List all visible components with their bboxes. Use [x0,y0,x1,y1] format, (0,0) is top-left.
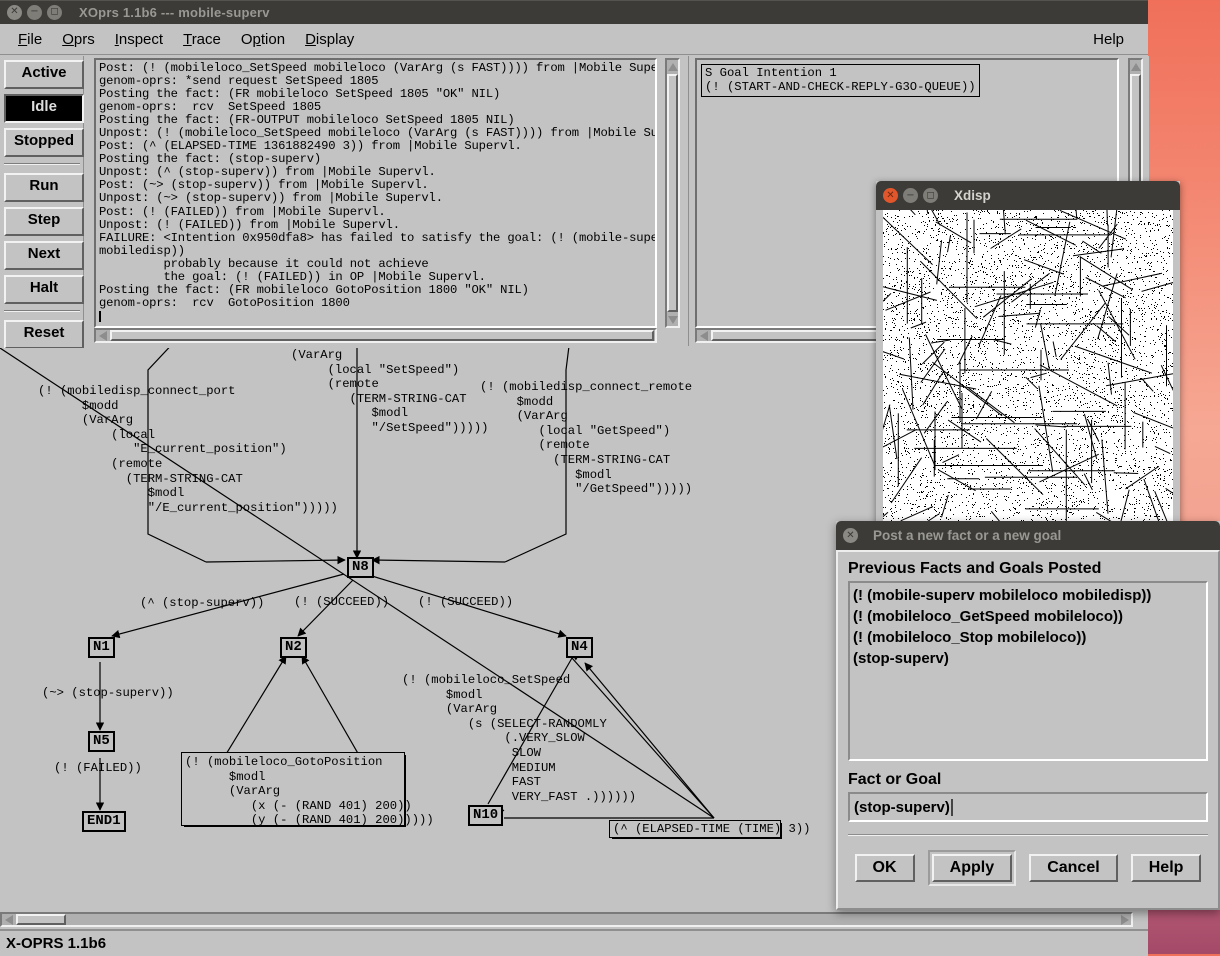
list-item[interactable]: (! (mobileloco_Stop mobileloco)) [853,627,1203,648]
list-item[interactable]: (! (mobile-superv mobileloco mobiledisp)… [853,585,1203,606]
help-button[interactable]: Help [1131,854,1202,882]
log-vertical-scrollbar[interactable] [665,58,680,328]
goal-intention-card: S Goal Intention 1 (! (START-AND-CHECK-R… [701,64,980,97]
graph-edge-label-succeed-n2: (! (SUCCEED)) [294,595,389,610]
log-text: Post: (! (mobileloco_SetSpeed mobileloco… [99,62,652,310]
statusbar: X-OPRS 1.1b6 [0,929,1148,956]
main-titlebar: ✕ − ◻ XOprs 1.1b6 --- mobile-superv [0,0,1148,24]
graph-node-n2[interactable]: N2 [280,637,307,658]
scroll-down-icon[interactable] [667,313,678,326]
list-item[interactable]: (! (mobileloco_GetSpeed mobileloco)) [853,606,1203,627]
cancel-button[interactable]: Cancel [1029,854,1117,882]
menu-help[interactable]: Help [1083,29,1134,50]
close-icon[interactable]: ✕ [843,528,858,543]
menu-trace[interactable]: Trace [173,29,231,50]
xdisp-canvas[interactable] [883,210,1173,530]
window-title: XOprs 1.1b6 --- mobile-superv [79,5,270,20]
graph-horizontal-scrollbar[interactable] [0,912,1133,927]
post-dialog-title: Post a new fact or a new goal [873,528,1061,543]
previous-facts-list[interactable]: (! (mobile-superv mobileloco mobiledisp)… [848,581,1208,761]
menu-option[interactable]: Option [231,29,295,50]
control-separator-1 [4,163,80,165]
graph-label-setspeed-top: (VarArg (local "SetSpeed") (remote (TERM… [291,348,488,436]
post-dialog-body: Previous Facts and Goals Posted (! (mobi… [836,550,1220,910]
graph-node-n10[interactable]: N10 [468,805,503,826]
graph-node-n8[interactable]: N8 [347,557,374,578]
xdisp-title-text: Xdisp [954,188,991,203]
graph-label-connect-remote: (! (mobiledisp_connect_remote $modd (Var… [480,380,692,497]
graph-edge-label-stop-superv-n5: (~> (stop-superv)) [42,686,174,701]
scroll-up-icon[interactable] [1130,60,1141,73]
minimize-icon[interactable]: − [903,188,918,203]
graph-label-gotoposition: (! (mobileloco_GotoPosition $modl (VarAr… [185,755,401,828]
graph-frame-gotoposition: (! (mobileloco_GotoPosition $modl (VarAr… [181,752,405,826]
scroll-up-icon[interactable] [667,60,678,73]
graph-label-elapsed-time: (^ (ELAPSED-TIME (TIME) 3)) [613,822,777,837]
fact-or-goal-value: (stop-superv) [854,799,950,816]
menubar: File Oprs Inspect Trace Option Display H… [0,24,1148,55]
scroll-right-icon[interactable] [1118,914,1131,925]
apply-button-default-frame: Apply [928,850,1016,886]
apply-button[interactable]: Apply [932,854,1012,882]
control-panel: Active Idle Stopped Run Step Next Halt R… [0,56,84,346]
graph-node-end1[interactable]: END1 [82,811,126,832]
graph-edge-label-stop-superv-n1: (^ (stop-superv)) [140,596,264,611]
fact-or-goal-label: Fact or Goal [848,771,1208,789]
run-button[interactable]: Run [4,173,84,202]
xdisp-window: ✕ − ◻ Xdisp [876,181,1180,536]
fact-or-goal-input[interactable]: (stop-superv) [848,792,1208,822]
window-controls: ✕ − ◻ [0,5,62,20]
post-dialog-titlebar: ✕ Post a new fact or a new goal [836,521,1220,550]
xdisp-titlebar: ✕ − ◻ Xdisp [876,181,1180,210]
post-fact-goal-dialog: ✕ Post a new fact or a new goal Previous… [836,521,1220,910]
graph-edge-label-failed-end1: (! (FAILED)) [54,761,142,776]
graph-node-n4[interactable]: N4 [566,637,593,658]
maximize-icon[interactable]: ◻ [47,5,62,20]
next-button[interactable]: Next [4,241,84,270]
text-cursor-icon [951,799,953,816]
statusbar-text: X-OPRS 1.1b6 [6,935,106,952]
scroll-left-icon[interactable] [2,914,15,925]
control-separator-2 [4,310,80,312]
scroll-left-icon[interactable] [697,330,710,341]
graph-label-setspeed-random: (! (mobileloco_SetSpeed $modl (VarArg (s… [402,673,636,804]
close-icon[interactable]: ✕ [883,188,898,203]
scroll-left-icon[interactable] [96,330,109,341]
log-panel: Post: (! (mobileloco_SetSpeed mobileloco… [86,56,686,346]
dialog-buttons: OK Apply Cancel Help [848,850,1208,886]
ok-button[interactable]: OK [855,854,915,882]
graph-edge-label-succeed-n4: (! (SUCCEED)) [418,595,513,610]
previous-facts-label: Previous Facts and Goals Posted [848,560,1208,578]
scrollbar-thumb[interactable] [667,74,678,312]
halt-button[interactable]: Halt [4,275,84,304]
menu-display[interactable]: Display [295,29,364,50]
maximize-icon[interactable]: ◻ [923,188,938,203]
minimize-icon[interactable]: − [27,5,42,20]
dialog-separator [848,834,1208,836]
xdisp-plot [883,210,1173,530]
menu-inspect[interactable]: Inspect [105,29,173,50]
reset-button[interactable]: Reset [4,320,84,349]
graph-node-n5[interactable]: N5 [88,731,115,752]
step-button[interactable]: Step [4,207,84,236]
scrollbar-thumb[interactable] [110,330,654,341]
state-button-active[interactable]: Active [4,60,84,89]
menu-file[interactable]: File [8,29,52,50]
close-icon[interactable]: ✕ [7,5,22,20]
log-caret [99,311,101,322]
log-horizontal-scrollbar[interactable] [94,328,657,343]
graph-node-n1[interactable]: N1 [88,637,115,658]
state-button-idle[interactable]: Idle [4,94,84,123]
scrollbar-thumb[interactable] [16,914,66,925]
menu-oprs[interactable]: Oprs [52,29,105,50]
log-textarea[interactable]: Post: (! (mobileloco_SetSpeed mobileloco… [94,58,657,328]
state-button-stopped[interactable]: Stopped [4,128,84,157]
list-item[interactable]: (stop-superv) [853,648,1203,669]
graph-frame-elapsed-time: (^ (ELAPSED-TIME (TIME) 3)) [609,820,781,838]
